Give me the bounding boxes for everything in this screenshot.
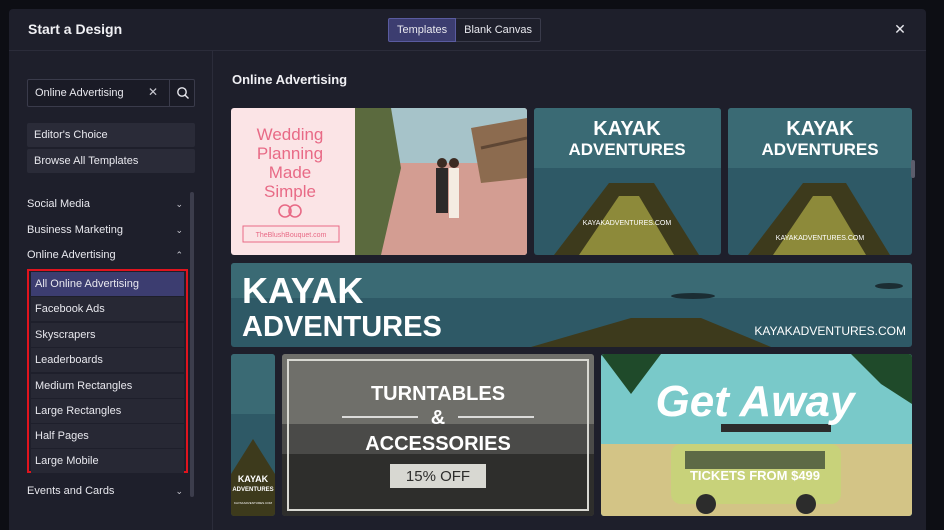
- category-events-and-cards[interactable]: Events and Cards ⌄: [27, 481, 183, 501]
- subcategory-all-online-advertising[interactable]: All Online Advertising: [31, 272, 184, 296]
- modal-title: Start a Design: [28, 21, 123, 37]
- chevron-down-icon: ⌄: [175, 486, 183, 496]
- kayak-line-1: KAYAK: [593, 118, 661, 140]
- modal-header: Start a Design Templates Blank Canvas ✕: [9, 9, 926, 51]
- subcategory-half-pages[interactable]: Half Pages: [31, 424, 184, 448]
- kayak-line-1: KAYAK: [242, 270, 363, 311]
- kayak-line-2: ADVENTURES: [761, 140, 878, 159]
- template-card-kayak[interactable]: KAYAK ADVENTURES KAYAKADVENTURES.COM: [534, 108, 721, 255]
- browse-all-templates-button[interactable]: Browse All Templates: [27, 149, 195, 173]
- kayak-line-2: ADVENTURES: [242, 311, 442, 343]
- category-online-advertising[interactable]: Online Advertising ⌃: [27, 245, 183, 265]
- chevron-down-icon: ⌄: [175, 199, 183, 209]
- wedding-url: TheBlushBouquet.com: [256, 232, 327, 239]
- category-label: Social Media: [27, 198, 90, 210]
- highlight-box: All Online Advertising Facebook Ads Skys…: [27, 269, 188, 473]
- wedding-line-3: Made: [269, 163, 312, 182]
- sidebar-scrollbar[interactable]: [190, 192, 194, 497]
- mode-toggle: Templates Blank Canvas: [388, 18, 542, 42]
- wedding-line-2: Planning: [257, 144, 323, 163]
- kayak-url: KAYAKADVENTURES.COM: [776, 235, 865, 242]
- sidebar: Online Advertising ✕ Editor's Choice Bro…: [9, 51, 213, 530]
- template-card-wedding[interactable]: Wedding Planning Made Simple TheBlushBou…: [231, 108, 527, 255]
- subcategory-large-rectangles[interactable]: Large Rectangles: [31, 399, 184, 423]
- template-gallery: Online Advertising Wedding Planning Made…: [214, 51, 926, 530]
- wedding-line-4: Simple: [264, 182, 316, 201]
- category-social-media[interactable]: Social Media ⌄: [27, 194, 183, 214]
- kayak-url: KAYAKADVENTURES.COM: [234, 501, 272, 505]
- category-business-marketing[interactable]: Business Marketing ⌄: [27, 220, 183, 240]
- divider: [169, 80, 170, 106]
- getaway-headline: Get Away: [656, 377, 857, 426]
- clear-search-icon[interactable]: ✕: [148, 85, 158, 99]
- kayak-url: KAYAKADVENTURES.COM: [583, 220, 672, 227]
- template-card-kayak-skyscraper[interactable]: KAYAK ADVENTURES KAYAKADVENTURES.COM: [231, 354, 275, 516]
- chevron-up-icon: ⌃: [175, 250, 183, 260]
- search-field[interactable]: Online Advertising ✕: [27, 79, 195, 107]
- chevron-down-icon: ⌄: [175, 225, 183, 235]
- turntables-badge: 15% OFF: [406, 468, 470, 485]
- tab-templates[interactable]: Templates: [388, 18, 457, 42]
- search-input[interactable]: Online Advertising: [35, 87, 124, 99]
- template-card-kayak-leaderboard[interactable]: KAYAK ADVENTURES KAYAKADVENTURES.COM: [231, 263, 912, 347]
- gallery-title: Online Advertising: [232, 72, 348, 87]
- template-card-getaway[interactable]: Get Away TICKETS FROM $499: [601, 354, 912, 516]
- tab-blank-canvas[interactable]: Blank Canvas: [456, 18, 542, 42]
- category-label: Events and Cards: [27, 485, 115, 497]
- subcategory-medium-rectangles[interactable]: Medium Rectangles: [31, 374, 184, 398]
- subcategory-facebook-ads[interactable]: Facebook Ads: [31, 297, 184, 321]
- kayak-line-1: KAYAK: [786, 118, 854, 140]
- search-icon[interactable]: [176, 86, 190, 100]
- template-card-kayak[interactable]: KAYAK ADVENTURES KAYAKADVENTURES.COM: [728, 108, 912, 255]
- template-card-turntables[interactable]: TURNTABLES & ACCESSORIES 15% OFF: [282, 354, 594, 516]
- subcategory-large-mobile[interactable]: Large Mobile: [31, 449, 184, 473]
- category-label: Online Advertising: [27, 249, 116, 261]
- start-design-modal: Start a Design Templates Blank Canvas ✕ …: [9, 9, 926, 530]
- getaway-subtitle: TICKETS FROM $499: [690, 468, 820, 483]
- turntables-line-3: ACCESSORIES: [365, 433, 511, 455]
- editors-choice-button[interactable]: Editor's Choice: [27, 123, 195, 147]
- kayak-line-1: KAYAK: [238, 474, 269, 484]
- category-label: Business Marketing: [27, 224, 123, 236]
- subcategory-skyscrapers[interactable]: Skyscrapers: [31, 323, 184, 347]
- kayak-line-2: ADVENTURES: [568, 140, 685, 159]
- turntables-line-2: &: [431, 407, 445, 429]
- gallery-scrollbar[interactable]: [911, 160, 915, 178]
- kayak-line-2: ADVENTURES: [232, 487, 273, 493]
- subcategory-leaderboards[interactable]: Leaderboards: [31, 348, 184, 372]
- kayak-url: KAYAKADVENTURES.COM: [754, 324, 906, 338]
- wedding-line-1: Wedding: [257, 125, 324, 144]
- close-icon[interactable]: ✕: [891, 20, 909, 38]
- turntables-line-1: TURNTABLES: [371, 383, 505, 405]
